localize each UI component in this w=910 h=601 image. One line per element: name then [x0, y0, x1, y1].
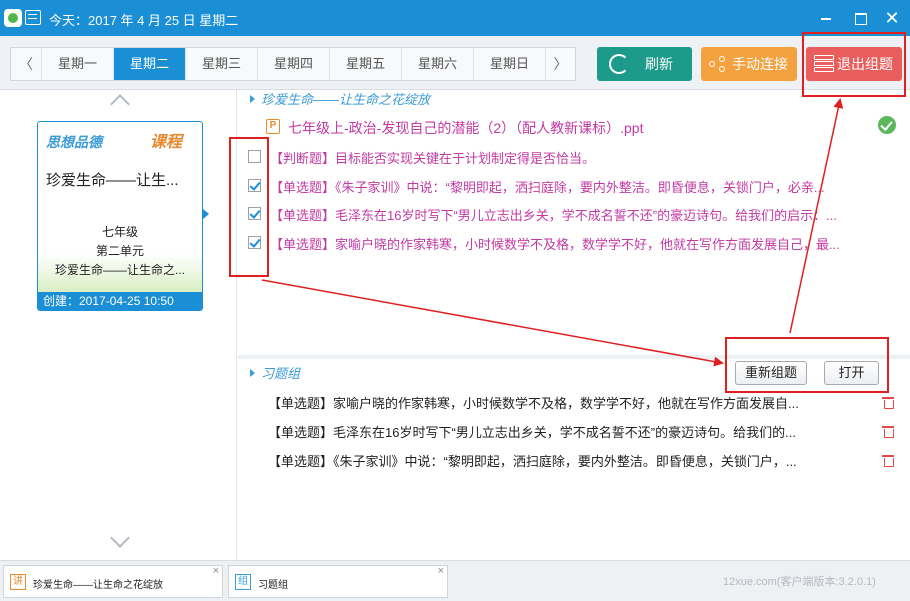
tab-close-icon[interactable]: × — [213, 565, 219, 577]
lesson-card[interactable]: 思想品德 课程 珍爱生命——让生... 七年级 第二单元 珍爱生命——让生命之.… — [37, 121, 203, 311]
question-row[interactable]: 【单选题】《朱子家训》中说：“黎明即起，洒扫庭除，要内外整洁。即昏便息，关锁门户… — [248, 176, 903, 196]
ppt-file-name: 七年级上-政治-发现自己的潜能（2）（配人教新课标）.ppt — [288, 120, 644, 136]
weekday-tabs: 〈 星期一 星期二 星期三 星期四 星期五 星期六 星期日 〉 — [10, 47, 576, 81]
lecture-icon: 讲 — [10, 574, 26, 590]
group-item-row[interactable]: 【单选题】《朱子家训》中说：“黎明即起，洒扫庭除，要内外整洁。即昏便息，关锁门户… — [268, 450, 908, 470]
card-title: 珍爱生命——让生... — [46, 172, 179, 189]
question-panel: 珍爱生命——让生命之花绽放 P 七年级上-政治-发现自己的潜能（2）（配人教新课… — [238, 90, 910, 560]
card-subject: 思想品德 — [46, 134, 102, 150]
group-icon: 组 — [235, 574, 251, 590]
tab-sunday[interactable]: 星期日 — [473, 48, 545, 80]
manual-connect-label: 手动连接 — [732, 56, 788, 72]
question-row[interactable]: 【判断题】目标能否实现关键在于计划制定得是否恰当。 — [248, 147, 903, 167]
open-documents-bar: 讲 珍爱生命——让生命之花绽放 × 组 习题组 × 12xue.com(客户端版… — [0, 560, 910, 601]
question-text: 【单选题】家喻户晓的作家韩寒，小时候数学不及格，数学学不好，他就在写作方面发展自… — [270, 237, 840, 252]
lesson-list-panel: 思想品德 课程 珍爱生命——让生... 七年级 第二单元 珍爱生命——让生命之.… — [0, 90, 237, 560]
tab-thursday[interactable]: 星期四 — [257, 48, 329, 80]
ppt-file-row[interactable]: P 七年级上-政治-发现自己的潜能（2）（配人教新课标）.ppt — [266, 117, 906, 137]
card-lesson: 珍爱生命——让生命之... — [54, 263, 185, 277]
group-item-row[interactable]: 【单选题】家喻户晓的作家韩寒，小时候数学不及格，数学学不好，他就在写作方面发展自… — [268, 392, 908, 412]
ppt-file-icon: P — [266, 119, 280, 134]
trash-icon[interactable] — [882, 396, 894, 409]
doc-tab-label: 习题组 — [258, 580, 288, 591]
prev-week-button[interactable]: 〈 — [11, 48, 41, 80]
doc-tab-label: 珍爱生命——让生命之花绽放 — [33, 580, 163, 591]
question-row[interactable]: 【单选题】家喻户晓的作家韩寒，小时候数学不及格，数学学不好，他就在写作方面发展自… — [248, 233, 903, 253]
doc-tab-group[interactable]: 组 习题组 × — [228, 565, 448, 598]
question-text: 【单选题】毛泽东在16岁时写下“男儿立志出乡关，学不成名誓不还”的豪迈诗句。给我… — [270, 208, 837, 223]
next-week-button[interactable]: 〉 — [545, 48, 575, 80]
refresh-button[interactable]: 刷新 — [597, 47, 692, 81]
refresh-label: 刷新 — [645, 56, 673, 72]
question-row[interactable]: 【单选题】毛泽东在16岁时写下“男儿立志出乡关，学不成名誓不还”的豪迈诗句。给我… — [248, 204, 903, 224]
group-item-text: 【单选题】《朱子家训》中说：“黎明即起，洒扫庭除，要内外整洁。即昏便息，关锁门户… — [268, 454, 797, 469]
group-item-row[interactable]: 【单选题】毛泽东在16岁时写下“男儿立志出乡关，学不成名誓不还”的豪迈诗句。给我… — [268, 421, 908, 441]
app-logo-icon — [4, 9, 22, 27]
tab-close-icon[interactable]: × — [438, 565, 444, 577]
scroll-down-icon[interactable] — [108, 535, 132, 547]
close-icon[interactable]: ✕ — [882, 8, 902, 28]
card-unit: 第二单元 — [95, 244, 144, 258]
group-item-text: 【单选题】毛泽东在16岁时写下“男儿立志出乡关，学不成名誓不还”的豪迈诗句。给我… — [268, 425, 796, 440]
question-text: 【判断题】目标能否实现关键在于计划制定得是否恰当。 — [270, 151, 596, 166]
tab-monday[interactable]: 星期一 — [41, 48, 113, 80]
group-item-text: 【单选题】家喻户晓的作家韩寒，小时候数学不及格，数学学不好，他就在写作方面发展自… — [268, 396, 799, 411]
annotation-box-checkboxes — [229, 137, 269, 277]
card-created-date: 创建：2017-04-25 10:50 — [38, 292, 202, 310]
toolbar: 〈 星期一 星期二 星期三 星期四 星期五 星期六 星期日 〉 刷新 手动连接 … — [0, 36, 910, 90]
today-date: 今天：2017 年 4 月 25 日 星期二 — [49, 13, 239, 28]
tab-wednesday[interactable]: 星期三 — [185, 48, 257, 80]
refresh-icon — [609, 54, 629, 74]
client-version: 12xue.com(客户端版本:3.2.0.1) — [723, 576, 876, 588]
scroll-up-icon[interactable] — [108, 92, 132, 104]
maximize-icon[interactable] — [850, 8, 870, 28]
minimize-icon[interactable] — [816, 8, 836, 28]
card-selected-pointer — [203, 209, 209, 219]
check-circle-icon — [878, 116, 896, 134]
group-section-heading[interactable]: 习题组 — [250, 363, 300, 382]
doc-tab-lesson[interactable]: 讲 珍爱生命——让生命之花绽放 × — [3, 565, 223, 598]
manual-connect-button[interactable]: 手动连接 — [701, 47, 797, 81]
card-grade: 七年级 — [101, 225, 138, 239]
calendar-icon[interactable] — [25, 10, 41, 25]
card-tag: 课程 — [150, 134, 183, 151]
trash-icon[interactable] — [882, 454, 894, 467]
tab-saturday[interactable]: 星期六 — [401, 48, 473, 80]
share-icon — [709, 56, 727, 72]
title-bar: 今天：2017 年 4 月 25 日 星期二 ✕ — [0, 0, 910, 36]
trash-icon[interactable] — [882, 425, 894, 438]
tab-tuesday[interactable]: 星期二 — [113, 48, 185, 80]
annotation-box-exit — [802, 32, 906, 97]
question-text: 【单选题】《朱子家训》中说：“黎明即起，洒扫庭除，要内外整洁。即昏便息，关锁门户… — [270, 180, 825, 195]
tab-friday[interactable]: 星期五 — [329, 48, 401, 80]
annotation-box-actions — [725, 337, 889, 393]
lesson-section-heading[interactable]: 珍爱生命——让生命之花绽放 — [250, 89, 430, 108]
